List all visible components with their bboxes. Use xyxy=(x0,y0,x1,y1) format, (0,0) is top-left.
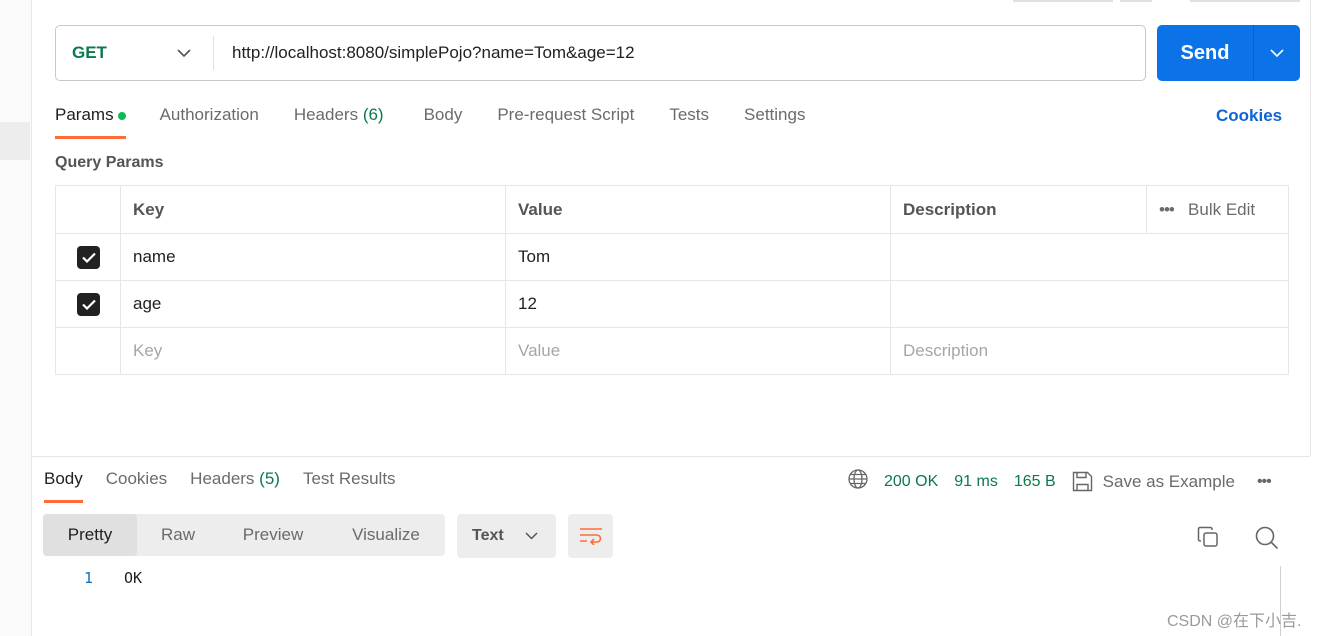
key-cell[interactable]: age xyxy=(120,280,506,328)
column-header-key: Key xyxy=(120,185,506,234)
chevron-down-icon xyxy=(177,43,191,63)
description-cell[interactable] xyxy=(890,280,1289,328)
checkbox[interactable] xyxy=(77,245,100,269)
sidebar-selected-item[interactable] xyxy=(0,122,30,160)
more-icon[interactable]: ••• xyxy=(1257,473,1272,491)
view-visualize[interactable]: Visualize xyxy=(327,514,445,556)
top-button[interactable] xyxy=(1190,0,1300,2)
format-dropdown[interactable]: Text xyxy=(457,514,556,558)
chevron-down-icon[interactable] xyxy=(1254,43,1300,63)
column-header-value: Value xyxy=(505,185,891,234)
response-time[interactable]: 91 ms xyxy=(954,473,998,491)
search-icon[interactable] xyxy=(1255,526,1279,555)
tab-response-headers[interactable]: Headers (5) xyxy=(190,469,280,503)
params-table: Key Value Description ••• Bulk Edit name… xyxy=(55,185,1289,375)
view-preview[interactable]: Preview xyxy=(219,514,327,556)
bulk-edit-button[interactable]: ••• Bulk Edit xyxy=(1146,185,1289,234)
code-line: OK xyxy=(124,569,143,587)
watermark: CSDN @在下小吉. xyxy=(1167,613,1302,630)
copy-icon[interactable] xyxy=(1197,526,1219,553)
tab-response-body[interactable]: Body xyxy=(44,469,83,503)
save-as-example-button[interactable]: Save as Example xyxy=(1072,471,1235,492)
response-meta: 200 OK 91 ms 165 B Save as Example ••• xyxy=(848,469,1272,494)
globe-icon[interactable] xyxy=(848,469,868,494)
top-button[interactable] xyxy=(1013,0,1113,2)
value-input[interactable]: Value xyxy=(505,327,891,375)
view-mode-selector: Pretty Raw Preview Visualize xyxy=(43,514,445,556)
tab-authorization[interactable]: Authorization xyxy=(160,105,259,139)
section-title: Query Params xyxy=(55,154,164,171)
table-row: age 12 xyxy=(55,280,1289,328)
tab-pre-request-script[interactable]: Pre-request Script xyxy=(497,105,634,139)
response-tabs: Body Cookies Headers (5) Test Results xyxy=(44,469,396,503)
divider xyxy=(32,456,1310,457)
tab-body[interactable]: Body xyxy=(424,105,463,139)
table-row-new: Key Value Description xyxy=(55,327,1289,375)
chevron-down-icon xyxy=(525,527,538,545)
status-code[interactable]: 200 OK xyxy=(884,473,938,491)
url-bar: GET http://localhost:8080/simplePojo?nam… xyxy=(55,25,1146,81)
view-raw[interactable]: Raw xyxy=(137,514,219,556)
view-pretty[interactable]: Pretty xyxy=(43,514,137,556)
sidebar xyxy=(0,0,32,636)
tab-response-cookies[interactable]: Cookies xyxy=(106,469,167,503)
top-button[interactable] xyxy=(1120,0,1152,2)
tab-headers[interactable]: Headers (6) xyxy=(294,105,384,139)
line-number: 1 xyxy=(84,569,94,587)
tab-params[interactable]: Params xyxy=(55,105,126,139)
response-size[interactable]: 165 B xyxy=(1014,473,1056,491)
url-input[interactable]: http://localhost:8080/simplePojo?name=To… xyxy=(214,43,635,63)
method-select[interactable]: GET xyxy=(56,36,214,70)
tab-tests[interactable]: Tests xyxy=(669,105,709,139)
cookies-link[interactable]: Cookies xyxy=(1216,106,1282,126)
checkbox[interactable] xyxy=(77,292,100,316)
wrap-lines-button[interactable] xyxy=(568,514,613,558)
more-icon[interactable]: ••• xyxy=(1159,200,1175,219)
table-row: name Tom xyxy=(55,233,1289,281)
send-label[interactable]: Send xyxy=(1157,25,1254,81)
column-header-description: Description xyxy=(890,185,1147,234)
active-dot-icon xyxy=(117,111,126,120)
divider xyxy=(1310,0,1311,456)
value-cell[interactable]: 12 xyxy=(505,280,891,328)
send-button[interactable]: Send xyxy=(1157,25,1300,81)
key-input[interactable]: Key xyxy=(120,327,506,375)
tab-test-results[interactable]: Test Results xyxy=(303,469,396,503)
description-input[interactable]: Description xyxy=(890,327,1289,375)
description-cell[interactable] xyxy=(890,233,1289,281)
tab-settings[interactable]: Settings xyxy=(744,105,805,139)
wrap-icon xyxy=(579,528,602,545)
value-cell[interactable]: Tom xyxy=(505,233,891,281)
request-tabs: Params Authorization Headers (6) Body Pr… xyxy=(55,105,805,139)
method-label: GET xyxy=(72,43,107,62)
key-cell[interactable]: name xyxy=(120,233,506,281)
response-body: 1 OK xyxy=(84,569,142,587)
